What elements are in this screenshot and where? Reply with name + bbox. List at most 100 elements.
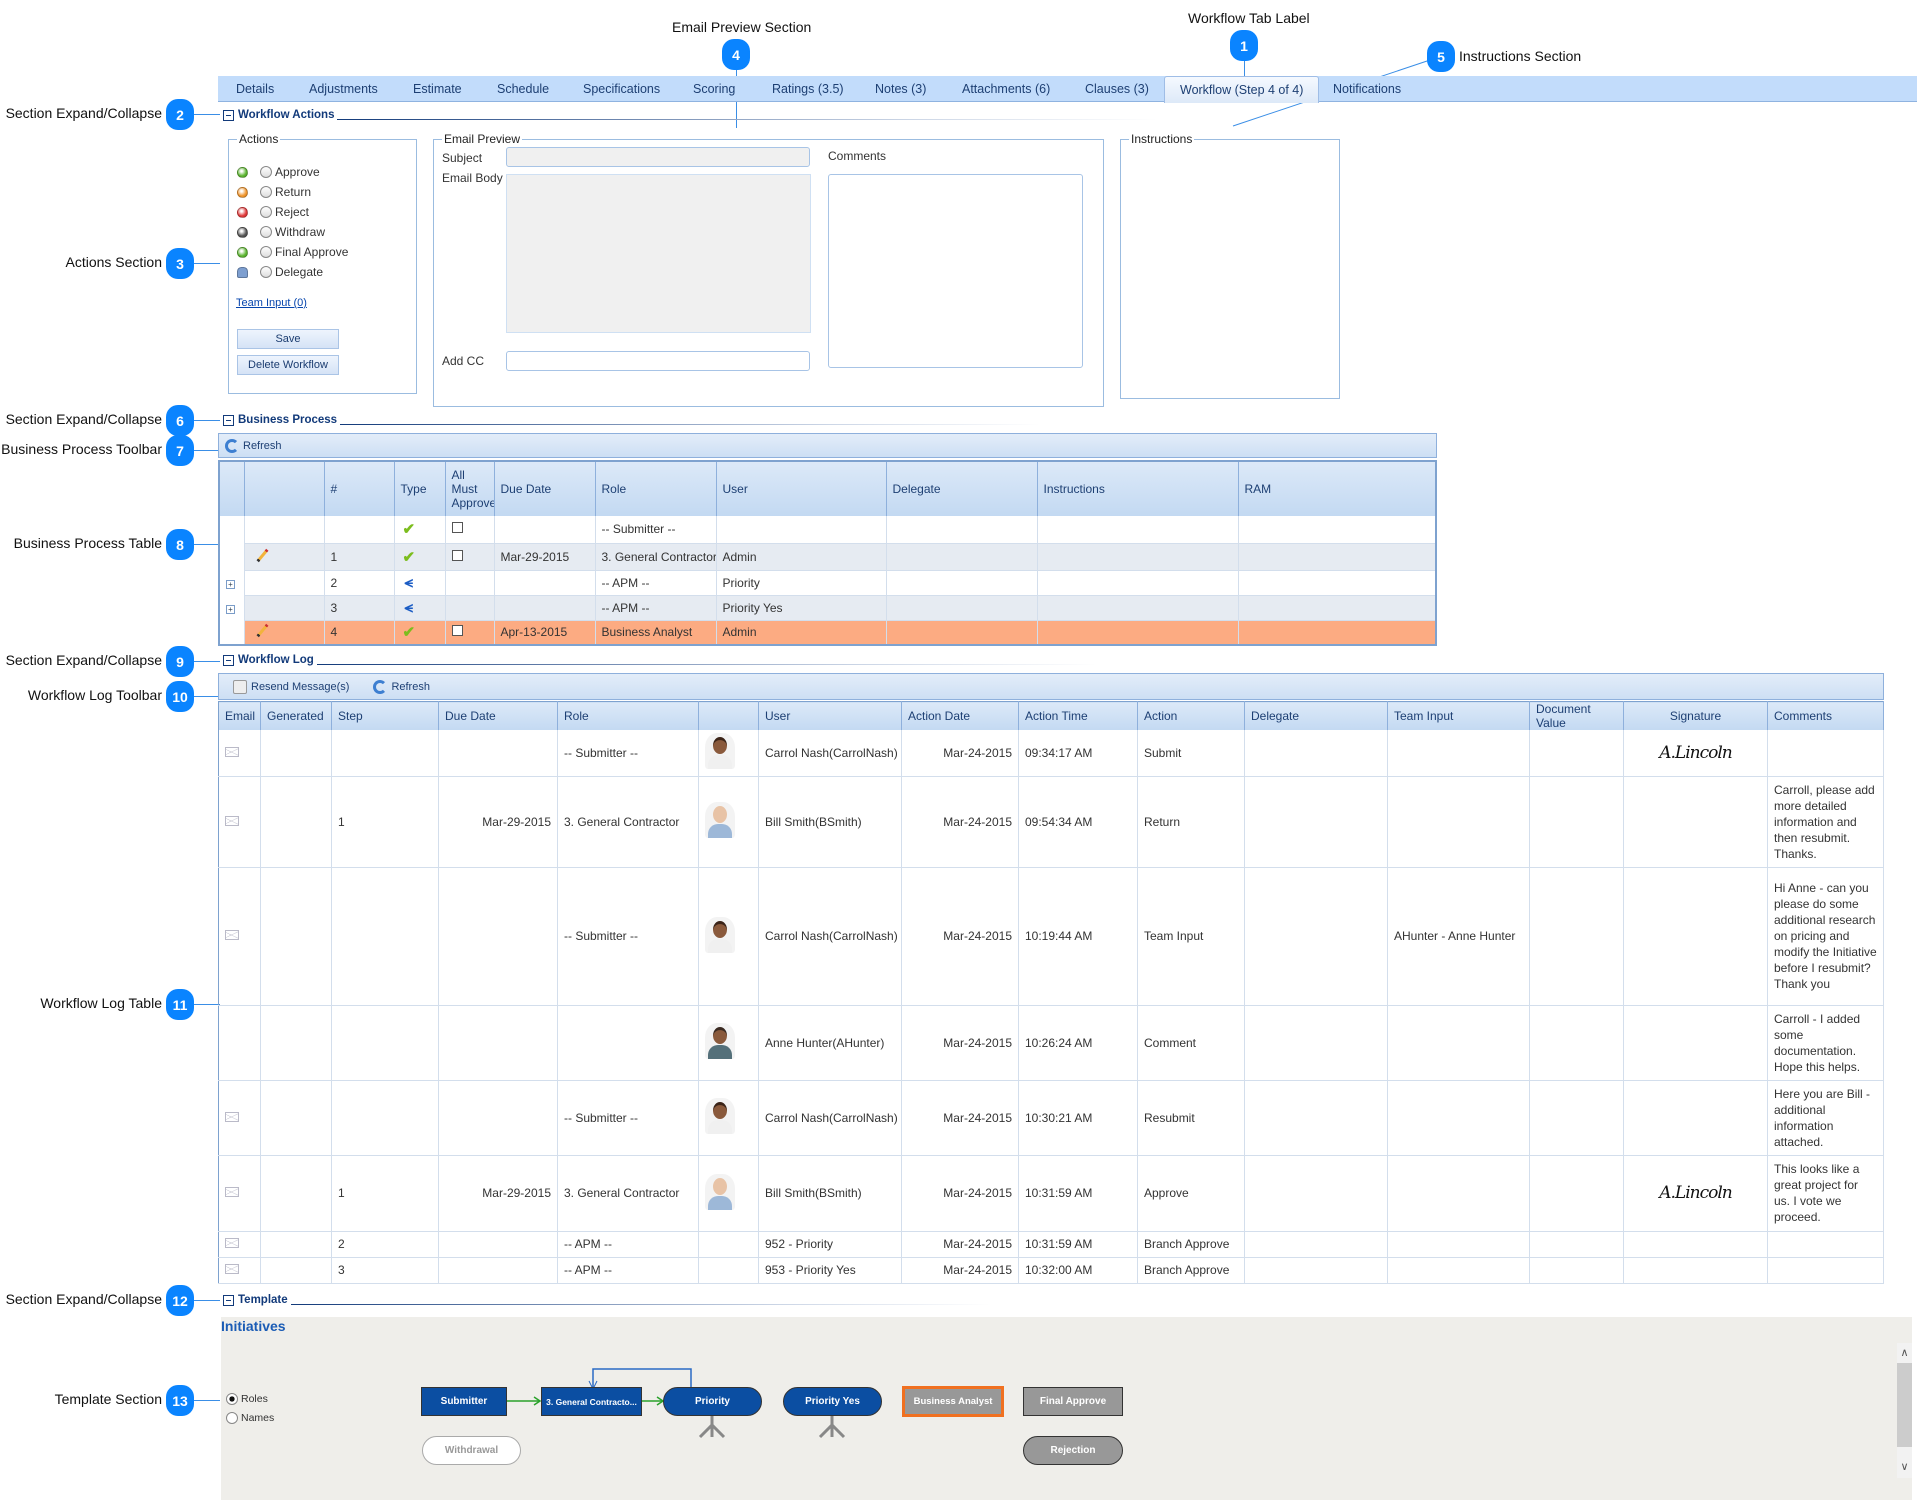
tab-details[interactable]: Details — [236, 82, 274, 96]
email-body-input[interactable] — [506, 174, 811, 333]
action-option-reject[interactable]: Reject — [237, 204, 309, 220]
envelope-icon[interactable] — [225, 930, 239, 940]
edit-pencil-icon[interactable] — [256, 548, 268, 562]
bp-row[interactable]: ✔ -- Submitter -- — [219, 516, 1437, 544]
generated-cell — [260, 867, 332, 1006]
action-option-final-approve[interactable]: Final Approve — [237, 244, 348, 260]
node-final-approve[interactable]: Final Approve — [1023, 1387, 1123, 1416]
envelope-icon[interactable] — [225, 1187, 239, 1197]
action-option-approve[interactable]: Approve — [237, 164, 320, 180]
node-priority-yes[interactable]: Priority Yes — [783, 1387, 882, 1416]
scroll-down-icon[interactable]: ∨ — [1897, 1460, 1912, 1473]
bp-row[interactable]: +3 ⪪ -- APM -- Priority Yes — [219, 595, 1437, 621]
radio-button[interactable] — [260, 266, 272, 278]
workflow-log-toolbar: Resend Message(s) Refresh — [218, 673, 1884, 700]
delete-workflow-button[interactable]: Delete Workflow — [237, 355, 339, 375]
tab-ratings-3-5[interactable]: Ratings (3.5) — [772, 82, 844, 96]
node-business-analyst[interactable]: Business Analyst — [902, 1386, 1004, 1417]
collapse-icon[interactable] — [223, 654, 234, 666]
team-input-link[interactable]: Team Input (0) — [236, 297, 307, 309]
radio-button[interactable] — [260, 186, 272, 198]
envelope-icon[interactable] — [225, 1238, 239, 1248]
branch-icon: ⪪ — [404, 599, 413, 616]
tab-schedule[interactable]: Schedule — [497, 82, 549, 96]
scroll-up-icon[interactable]: ∧ — [1897, 1346, 1912, 1359]
user-cell: Anne Hunter(AHunter) — [758, 1005, 902, 1081]
tab-workflow-step-4-of-4[interactable]: Workflow (Step 4 of 4) — [1164, 76, 1320, 103]
collapse-icon[interactable] — [223, 1294, 234, 1306]
log-row: -- Submitter -- Carrol Nash(CarrolNash) Ma… — [218, 867, 1884, 1006]
subject-label: Subject — [442, 151, 483, 165]
bp-row[interactable]: 1 ✔ Mar-29-2015 3. General Contractor Admin — [219, 543, 1437, 571]
step-number: 4 — [324, 620, 395, 646]
all-must-approve-checkbox[interactable] — [451, 625, 463, 637]
tab-notifications[interactable]: Notifications — [1333, 82, 1401, 96]
section-title: Business Process — [238, 414, 338, 426]
role-cell — [557, 1005, 699, 1081]
subject-input[interactable] — [506, 147, 810, 167]
envelope-icon[interactable] — [225, 746, 239, 757]
radio-button[interactable] — [260, 206, 272, 218]
action-option-return[interactable]: Return — [237, 184, 311, 200]
tab-specifications[interactable]: Specifications — [583, 82, 660, 96]
delegate-cell — [1244, 730, 1388, 777]
callout-label-8: Business Process Table — [13, 535, 162, 551]
refresh-button[interactable]: Refresh — [225, 438, 282, 453]
refresh-label: Refresh — [243, 439, 282, 452]
tab-scoring[interactable]: Scoring — [693, 82, 735, 96]
action-label: Final Approve — [275, 245, 349, 259]
tab-attachments-6[interactable]: Attachments (6) — [962, 82, 1050, 96]
avatar-head — [713, 920, 727, 938]
tab-adjustments[interactable]: Adjustments — [309, 82, 378, 96]
resend-messages-button[interactable]: Resend Message(s) — [233, 679, 349, 694]
node-withdrawal[interactable]: Withdrawal — [422, 1436, 521, 1465]
user-cell: Carrol Nash(CarrolNash) — [758, 730, 902, 777]
all-must-approve-checkbox[interactable] — [451, 549, 463, 561]
template-header[interactable]: Template — [223, 1293, 991, 1307]
action-time-cell: 10:30:21 AM — [1018, 1080, 1138, 1156]
add-cc-input[interactable] — [506, 351, 810, 371]
radio-button[interactable] — [260, 246, 272, 258]
action-option-withdraw[interactable]: Withdraw — [237, 224, 325, 240]
workflow-actions-header[interactable]: Workflow Actions — [223, 108, 1158, 122]
action-time-cell: 10:19:44 AM — [1018, 867, 1138, 1006]
refresh-button[interactable]: Refresh — [373, 679, 430, 694]
business-process-table: # Type All Must Approve Due Date Role User Del… — [218, 460, 1437, 646]
envelope-icon[interactable] — [225, 815, 239, 826]
bp-row[interactable]: 4 ✔ Apr-13-2015 Business Analyst Admin — [219, 620, 1437, 646]
all-must-approve-checkbox[interactable] — [451, 522, 463, 534]
node-submitter[interactable]: Submitter — [421, 1387, 507, 1416]
user-cell: Bill Smith(BSmith) — [758, 1155, 902, 1232]
document-value-cell — [1529, 730, 1624, 777]
save-button[interactable]: Save — [237, 329, 339, 349]
comments-textarea[interactable] — [828, 174, 1083, 368]
node-general-contractor[interactable]: 3. General Contracto... — [541, 1387, 642, 1416]
workflow-log-header[interactable]: Workflow Log — [223, 653, 1097, 667]
tab-estimate[interactable]: Estimate — [413, 82, 462, 96]
action-option-delegate[interactable]: Delegate — [237, 264, 323, 280]
node-rejection[interactable]: Rejection — [1023, 1436, 1123, 1465]
delegate-cell — [1244, 1005, 1388, 1081]
divider — [337, 119, 1158, 120]
col-header: Team Input — [1387, 701, 1530, 730]
collapse-icon[interactable] — [223, 414, 234, 426]
edit-pencil-icon[interactable] — [256, 624, 268, 638]
expand-icon[interactable]: + — [226, 604, 235, 614]
bp-row[interactable]: +2 ⪪ -- APM -- Priority — [219, 570, 1437, 596]
business-process-header[interactable]: Business Process — [223, 413, 1041, 427]
scrollbar-thumb[interactable] — [1897, 1363, 1912, 1447]
node-priority[interactable]: Priority — [663, 1387, 762, 1416]
envelope-icon[interactable] — [225, 1111, 239, 1122]
tab-clauses-3[interactable]: Clauses (3) — [1085, 82, 1149, 96]
log-row: -- Submitter -- Carrol Nash(CarrolNash) Ma… — [218, 730, 1884, 777]
radio-button[interactable] — [260, 226, 272, 238]
signature-cell — [1623, 867, 1768, 1006]
expand-icon[interactable]: + — [226, 579, 235, 589]
radio-button[interactable] — [260, 166, 272, 178]
collapse-icon[interactable] — [223, 109, 234, 121]
action-date-cell: Mar-24-2015 — [901, 776, 1019, 868]
envelope-icon[interactable] — [225, 1264, 239, 1274]
tab-notes-3[interactable]: Notes (3) — [875, 82, 926, 96]
vertical-scrollbar[interactable]: ∧ ∨ — [1897, 1343, 1912, 1478]
team-input-cell — [1387, 730, 1530, 777]
